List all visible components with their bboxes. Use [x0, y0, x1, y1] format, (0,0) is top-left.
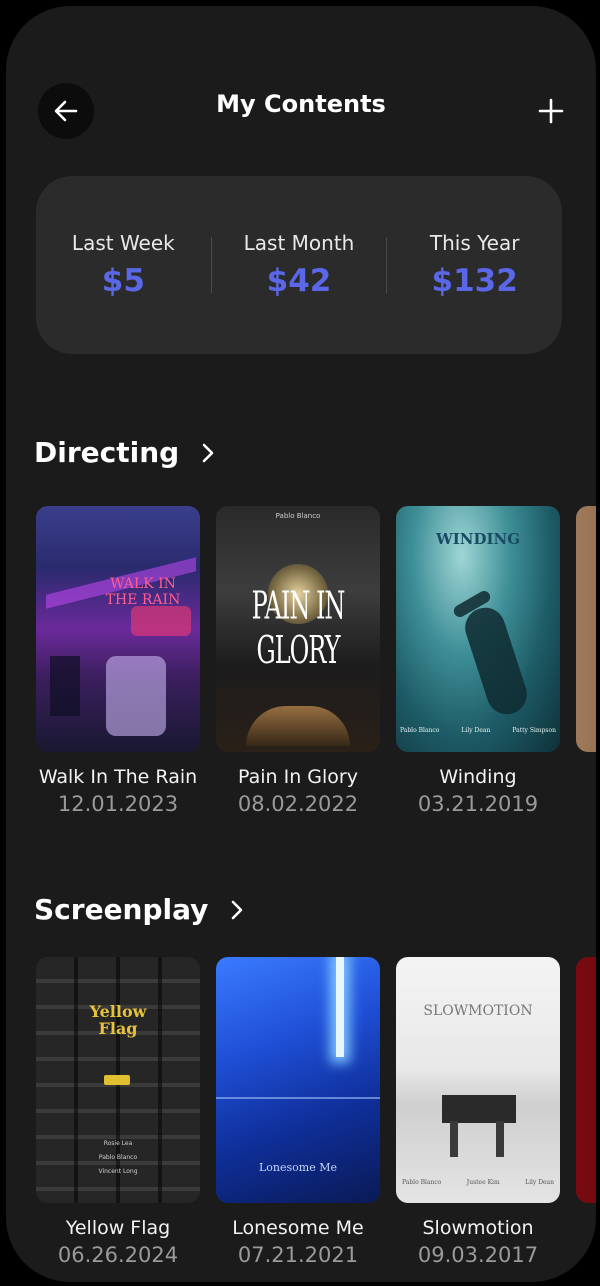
card-title: Yellow Flag [65, 1217, 171, 1239]
header: My Contents [6, 76, 596, 146]
card-title: Winding [439, 766, 517, 788]
stat-last-week: Last Week $5 [36, 231, 211, 299]
poster-credit: Vincent Long [98, 1168, 138, 1175]
content-card[interactable]: Pablo Blanco PAIN IN GLORY Pain In Glory… [216, 506, 380, 816]
poster-credit: Lily Dean [461, 727, 491, 734]
poster-credit: Pablo Blanco [400, 727, 440, 734]
stat-last-month: Last Month $42 [212, 231, 387, 299]
card-date: 12.01.2023 [57, 792, 179, 816]
content-card[interactable]: WINDING Pablo Blanco Lily Dean Patty Sim… [396, 506, 560, 816]
poster-image: SLOWMOTION Pablo Blanco Justee Kim Lily … [396, 957, 560, 1203]
stat-this-year: This Year $132 [387, 231, 562, 299]
app-screen: My Contents Last Week $5 Last Month $42 … [6, 6, 596, 1282]
section-title: Directing [34, 436, 180, 469]
page-title: My Contents [216, 90, 386, 118]
poster-credit: Rosie Lea [103, 1140, 133, 1147]
poster-title: Yellow Flag [89, 1002, 147, 1038]
poster-title: PAIN IN GLORY [251, 583, 346, 673]
card-date: 03.21.2019 [417, 792, 539, 816]
poster-image [576, 506, 596, 752]
card-date: 09.03.2017 [417, 1243, 539, 1267]
poster-credit: Patty Simpson [512, 727, 556, 734]
earnings-summary: Last Week $5 Last Month $42 This Year $1… [36, 176, 562, 354]
content-card[interactable]: SLOWMOTION Pablo Blanco Justee Kim Lily … [396, 957, 560, 1267]
poster-title: Lonesome Me [259, 1161, 337, 1174]
poster-image: Lonesome Me [216, 957, 380, 1203]
poster-title: WINDING [435, 530, 521, 548]
card-date: 07.21.2021 [237, 1243, 359, 1267]
poster-image [576, 957, 596, 1203]
poster-credit: Pablo Blanco [402, 1179, 442, 1186]
section-header-screenplay[interactable]: Screenplay [34, 893, 244, 926]
directing-carousel[interactable]: WALK IN THE RAIN Walk In The Rain 12.01.… [36, 506, 596, 826]
section-header-directing[interactable]: Directing [34, 436, 215, 469]
card-date: 08.02.2022 [237, 792, 359, 816]
chevron-right-icon [230, 899, 244, 921]
content-card[interactable]: Lonesome Me Lonesome Me 07.21.2021 [216, 957, 380, 1267]
add-button[interactable] [528, 88, 574, 134]
poster-credits: Rosie Lea Pablo Blanco Vincent Long [36, 1137, 200, 1179]
plus-icon [538, 98, 564, 124]
content-card-partial[interactable] [576, 506, 596, 752]
card-title: Pain In Glory [238, 766, 358, 788]
poster-image: WALK IN THE RAIN [36, 506, 200, 752]
card-date: 06.26.2024 [57, 1243, 179, 1267]
screenplay-carousel[interactable]: Yellow Flag Rosie Lea Pablo Blanco Vince… [36, 957, 596, 1277]
chevron-right-icon [201, 442, 215, 464]
content-card[interactable]: Yellow Flag Rosie Lea Pablo Blanco Vince… [36, 957, 200, 1267]
poster-title: WALK IN THE RAIN [105, 576, 181, 608]
stat-label: Last Month [243, 231, 355, 255]
poster-image: Yellow Flag Rosie Lea Pablo Blanco Vince… [36, 957, 200, 1203]
poster-credit: Pablo Blanco [275, 512, 321, 520]
card-title: Lonesome Me [232, 1217, 364, 1239]
content-card-partial[interactable] [576, 957, 596, 1203]
poster-credit: Pablo Blanco [98, 1154, 138, 1161]
stat-value: $132 [431, 263, 518, 299]
stat-label: Last Week [71, 231, 175, 255]
poster-credit: Justee Kim [466, 1179, 500, 1186]
stat-value: $42 [266, 263, 332, 299]
stat-label: This Year [429, 231, 520, 255]
poster-credits: Pablo Blanco Justee Kim Lily Dean [402, 1179, 554, 1186]
content-card[interactable]: WALK IN THE RAIN Walk In The Rain 12.01.… [36, 506, 200, 816]
poster-image: WINDING Pablo Blanco Lily Dean Patty Sim… [396, 506, 560, 752]
poster-title: SLOWMOTION [423, 1003, 533, 1019]
poster-image: Pablo Blanco PAIN IN GLORY [216, 506, 380, 752]
card-title: Walk In The Rain [38, 766, 198, 788]
stat-value: $5 [101, 263, 145, 299]
poster-credits: Pablo Blanco Lily Dean Patty Simpson [400, 727, 556, 734]
section-title: Screenplay [34, 893, 209, 926]
card-title: Slowmotion [422, 1217, 534, 1239]
poster-credit: Lily Dean [525, 1179, 554, 1186]
